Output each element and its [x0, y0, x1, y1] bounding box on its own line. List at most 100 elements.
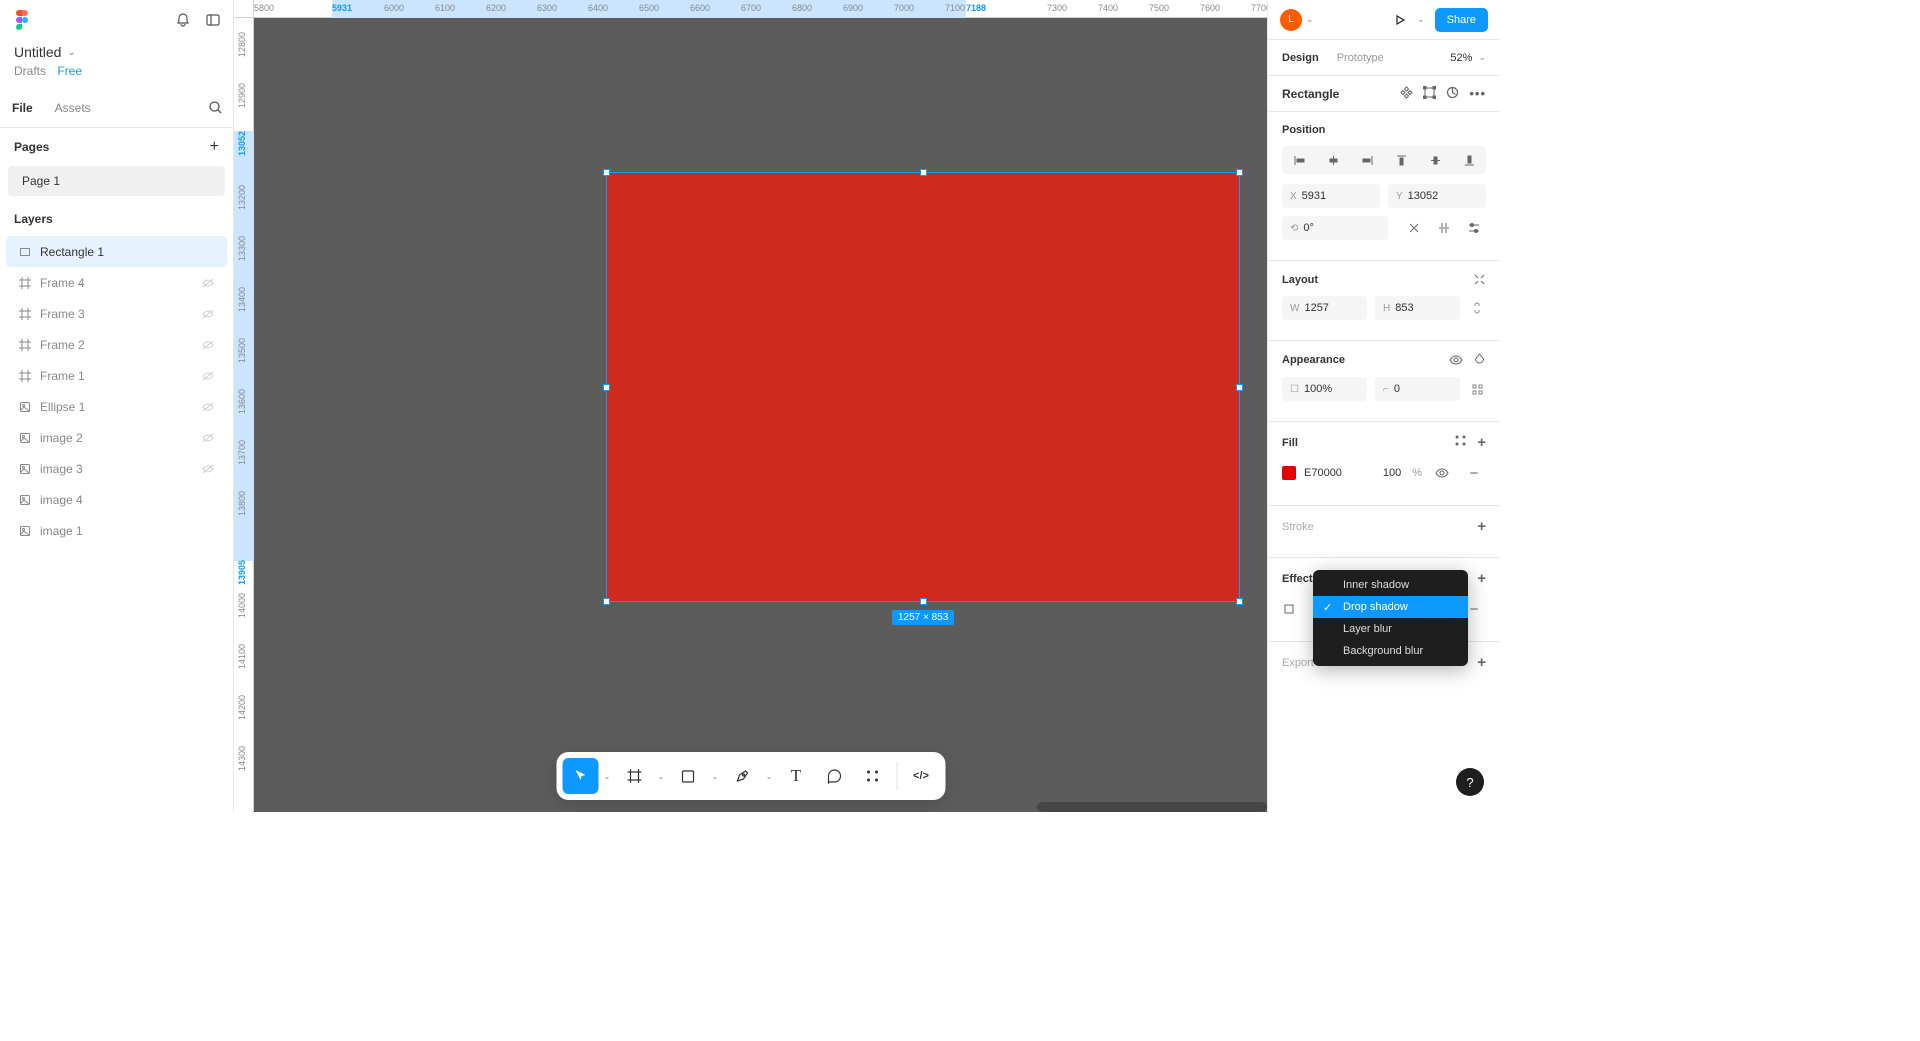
- align-vcenter-button[interactable]: [1418, 146, 1452, 174]
- align-hcenter-button[interactable]: [1316, 146, 1350, 174]
- more-transform-icon[interactable]: [1462, 216, 1486, 240]
- frame-tool-button[interactable]: [616, 758, 652, 794]
- present-icon[interactable]: [1393, 13, 1407, 27]
- resize-handle-n[interactable]: [920, 169, 927, 176]
- shape-tool-dropdown[interactable]: ⌄: [708, 772, 722, 781]
- effect-option[interactable]: Layer blur: [1313, 618, 1468, 640]
- drafts-link[interactable]: Drafts: [14, 64, 46, 78]
- zoom-control[interactable]: 52%⌄: [1450, 52, 1486, 64]
- pen-tool-button[interactable]: [724, 758, 760, 794]
- move-tool-button[interactable]: [562, 758, 598, 794]
- hidden-icon[interactable]: [201, 400, 215, 414]
- selected-rectangle[interactable]: [606, 172, 1240, 602]
- hidden-icon[interactable]: [201, 276, 215, 290]
- present-chevron-icon[interactable]: ⌄: [1417, 14, 1425, 25]
- layer-row[interactable]: Ellipse 1: [6, 391, 227, 422]
- comment-tool-button[interactable]: [816, 758, 852, 794]
- file-title[interactable]: Untitled⌄: [0, 40, 233, 62]
- add-export-icon[interactable]: +: [1477, 654, 1486, 671]
- layer-row[interactable]: image 4: [6, 484, 227, 515]
- add-fill-icon[interactable]: +: [1477, 434, 1486, 451]
- width-input[interactable]: W1257: [1282, 296, 1367, 320]
- actions-tool-button[interactable]: [854, 758, 890, 794]
- resize-handle-s[interactable]: [920, 598, 927, 605]
- frame-tool-dropdown[interactable]: ⌄: [654, 772, 668, 781]
- layer-row[interactable]: image 2: [6, 422, 227, 453]
- effect-option[interactable]: Drop shadow: [1313, 596, 1468, 618]
- layer-row[interactable]: image 3: [6, 453, 227, 484]
- hidden-icon[interactable]: [201, 431, 215, 445]
- effect-type-icon[interactable]: [1282, 602, 1296, 616]
- resize-handle-nw[interactable]: [603, 169, 610, 176]
- opacity-input[interactable]: ☐100%: [1282, 377, 1367, 401]
- add-effect-icon[interactable]: +: [1477, 570, 1486, 587]
- bell-icon[interactable]: [175, 12, 191, 28]
- panel-toggle-icon[interactable]: [205, 12, 221, 28]
- edit-icon[interactable]: [1446, 86, 1459, 101]
- effect-option[interactable]: Inner shadow: [1313, 574, 1468, 596]
- height-input[interactable]: H853: [1375, 296, 1460, 320]
- move-tool-dropdown[interactable]: ⌄: [600, 772, 614, 781]
- tab-design[interactable]: Design: [1282, 42, 1319, 74]
- layer-row[interactable]: Rectangle 1: [6, 236, 227, 267]
- add-stroke-icon[interactable]: +: [1477, 518, 1486, 535]
- page-item[interactable]: Page 1: [8, 166, 225, 196]
- effects-dropdown[interactable]: Inner shadowDrop shadowLayer blurBackgro…: [1313, 570, 1468, 666]
- constrain-icon[interactable]: [1468, 296, 1486, 320]
- fill-visibility-icon[interactable]: [1430, 461, 1454, 485]
- canvas-h-scrollbar[interactable]: [254, 802, 1267, 812]
- free-badge[interactable]: Free: [57, 64, 82, 78]
- align-bottom-button[interactable]: [1452, 146, 1486, 174]
- resize-handle-w[interactable]: [603, 384, 610, 391]
- canvas[interactable]: 5800593160006100620063006400650066006700…: [234, 0, 1267, 812]
- hidden-icon[interactable]: [201, 462, 215, 476]
- component-icon[interactable]: [1400, 86, 1413, 101]
- avatar[interactable]: L: [1280, 9, 1302, 31]
- layer-row[interactable]: Frame 4: [6, 267, 227, 298]
- fill-styles-icon[interactable]: [1454, 434, 1467, 451]
- dev-mode-button[interactable]: </>: [903, 758, 939, 794]
- add-page-icon[interactable]: +: [210, 138, 219, 156]
- resize-handle-e[interactable]: [1236, 384, 1243, 391]
- x-input[interactable]: X5931: [1282, 184, 1380, 208]
- fill-swatch[interactable]: [1282, 466, 1296, 480]
- shape-tool-button[interactable]: [670, 758, 706, 794]
- resize-handle-ne[interactable]: [1236, 169, 1243, 176]
- resize-handle-sw[interactable]: [603, 598, 610, 605]
- resize-handle-se[interactable]: [1236, 598, 1243, 605]
- fill-percent[interactable]: 100: [1383, 467, 1401, 479]
- avatar-chevron-icon[interactable]: ⌄: [1306, 14, 1314, 25]
- tab-file[interactable]: File: [10, 91, 35, 125]
- align-right-button[interactable]: [1350, 146, 1384, 174]
- figma-menu-chevron-icon[interactable]: ⌄: [22, 15, 30, 26]
- align-top-button[interactable]: [1384, 146, 1418, 174]
- flip-v-icon[interactable]: [1432, 216, 1456, 240]
- layer-row[interactable]: Frame 1: [6, 360, 227, 391]
- more-icon[interactable]: •••: [1469, 86, 1486, 101]
- blend-icon[interactable]: [1473, 353, 1486, 367]
- radius-input[interactable]: ⌐0: [1375, 377, 1460, 401]
- pen-tool-dropdown[interactable]: ⌄: [762, 772, 776, 781]
- help-button[interactable]: ?: [1456, 768, 1484, 796]
- hidden-icon[interactable]: [201, 338, 215, 352]
- y-input[interactable]: Y13052: [1388, 184, 1486, 208]
- layer-row[interactable]: image 1: [6, 515, 227, 546]
- search-icon[interactable]: [208, 100, 223, 115]
- layer-row[interactable]: Frame 3: [6, 298, 227, 329]
- radius-detail-icon[interactable]: [1468, 377, 1486, 401]
- frame-selection-icon[interactable]: [1423, 86, 1436, 101]
- text-tool-button[interactable]: T: [778, 758, 814, 794]
- layer-row[interactable]: Frame 2: [6, 329, 227, 360]
- share-button[interactable]: Share: [1435, 8, 1488, 32]
- visibility-icon[interactable]: [1449, 353, 1463, 367]
- flip-h-icon[interactable]: [1402, 216, 1426, 240]
- tab-prototype[interactable]: Prototype: [1337, 42, 1384, 74]
- fill-hex[interactable]: E70000: [1304, 467, 1342, 479]
- rotation-input[interactable]: ⟲0°: [1282, 216, 1388, 240]
- tab-assets[interactable]: Assets: [53, 91, 93, 125]
- hidden-icon[interactable]: [201, 369, 215, 383]
- autolayout-icon[interactable]: [1473, 273, 1486, 286]
- effect-option[interactable]: Background blur: [1313, 640, 1468, 662]
- remove-fill-icon[interactable]: −: [1462, 461, 1486, 485]
- hidden-icon[interactable]: [201, 307, 215, 321]
